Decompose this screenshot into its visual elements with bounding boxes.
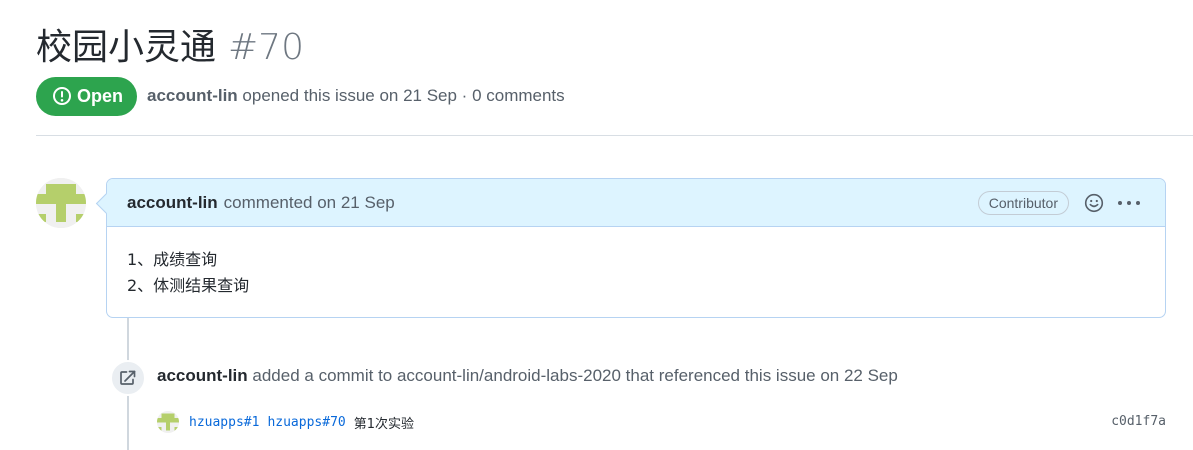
- identicon-avatar: [157, 411, 179, 433]
- comment-header: account-lin commented on 21 Sep Contribu…: [107, 179, 1165, 227]
- commit-sha-link[interactable]: c0d1f7a: [1111, 414, 1166, 429]
- commit-row: hzuapps#1 hzuapps#70 第1次实验 c0d1f7a: [157, 410, 1166, 434]
- commit-message[interactable]: 第1次实验: [354, 413, 414, 432]
- avatar[interactable]: [157, 411, 179, 433]
- comment-options-button[interactable]: [1115, 192, 1143, 214]
- event-author-link[interactable]: account-lin: [157, 366, 248, 385]
- issue-state-badge: Open: [36, 76, 138, 116]
- event-detail: added a commit to account-lin/android-la…: [247, 366, 898, 385]
- issue-title: 校园小灵通: [36, 27, 217, 68]
- comment-body: 1、成绩查询 2、体测结果查询: [107, 227, 1165, 299]
- timeline-event-badge: [110, 360, 146, 396]
- issue-state-label: Open: [77, 85, 124, 106]
- header-divider: [36, 135, 1193, 136]
- issue-meta: Open account-lin opened this issue on 21…: [36, 76, 565, 116]
- issue-author-link[interactable]: account-lin: [147, 86, 238, 105]
- comment-timestamp[interactable]: commented on 21 Sep: [224, 193, 395, 213]
- comment-author-link[interactable]: account-lin: [127, 193, 218, 213]
- commit-issue-link[interactable]: hzuapps#1: [189, 415, 259, 430]
- identicon-avatar: [36, 178, 86, 228]
- issue-opened-icon: [53, 87, 71, 105]
- issue-meta-text: account-lin opened this issue on 21 Sep …: [147, 86, 565, 106]
- issue-meta-detail: opened this issue on 21 Sep · 0 comments: [237, 86, 565, 105]
- comment-line: 1、成绩查询: [127, 250, 218, 269]
- comment-line: 2、体测结果查询: [127, 276, 250, 295]
- contributor-badge: Contributor: [977, 191, 1069, 215]
- issue-title-row: 校园小灵通 #70: [36, 18, 304, 68]
- comment-box: account-lin commented on 21 Sep Contribu…: [106, 178, 1166, 318]
- timeline-event-text: account-lin added a commit to account-li…: [157, 366, 898, 386]
- smiley-icon: [1084, 193, 1104, 213]
- commit-issue-link[interactable]: hzuapps#70: [267, 415, 345, 430]
- add-reaction-button[interactable]: [1083, 192, 1105, 214]
- issue-number: #70: [228, 27, 304, 68]
- kebab-horizontal-icon: [1118, 201, 1140, 205]
- avatar[interactable]: [36, 178, 86, 228]
- repo-push-icon: [120, 370, 136, 385]
